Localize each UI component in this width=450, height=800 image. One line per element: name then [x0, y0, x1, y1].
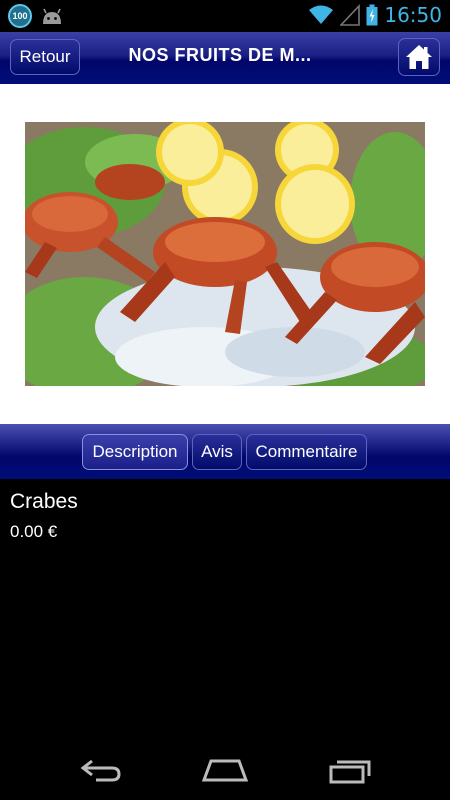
status-left: 100 — [8, 4, 64, 28]
status-time: 16:50 — [384, 3, 442, 27]
home-button[interactable] — [398, 38, 440, 76]
product-price: 0.00 € — [10, 522, 58, 541]
status-bar: 100 16:50 — [0, 0, 450, 32]
status-right: 16:50 — [308, 3, 442, 27]
product-image — [25, 122, 425, 386]
product-name: Crabes — [10, 490, 78, 513]
recents-icon — [329, 760, 371, 784]
home-icon — [406, 45, 432, 69]
nav-recents-button[interactable] — [326, 754, 376, 786]
page-title: NOS FRUITS DE M... — [128, 45, 312, 65]
system-nav-bar — [0, 740, 450, 800]
image-panel — [0, 84, 450, 424]
battery-icon — [366, 4, 378, 26]
wifi-icon — [309, 5, 334, 24]
app-header: Retour NOS FRUITS DE M... — [0, 32, 450, 84]
notification-badge-icon: 100 — [8, 4, 32, 28]
tab-avis[interactable]: Avis — [192, 434, 242, 470]
tabs-bar: Description Avis Commentaire — [0, 424, 450, 479]
nav-back-button[interactable] — [75, 754, 125, 786]
back-icon — [80, 759, 121, 782]
signal-icon — [340, 4, 361, 26]
home-nav-icon — [201, 759, 249, 782]
tab-commentaire[interactable]: Commentaire — [246, 434, 367, 470]
nav-home-button[interactable] — [200, 754, 250, 786]
tab-description[interactable]: Description — [82, 434, 188, 470]
android-debug-icon — [43, 8, 61, 24]
back-button[interactable]: Retour — [10, 39, 80, 75]
